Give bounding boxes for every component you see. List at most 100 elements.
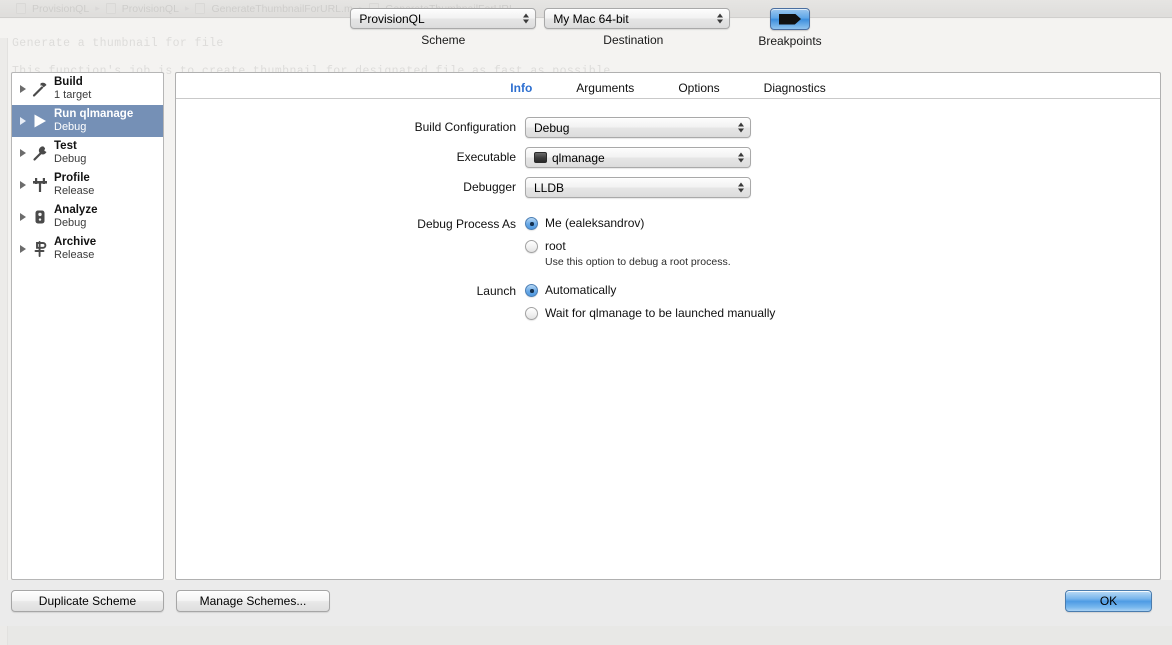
- executable-field: qlmanage: [525, 147, 751, 168]
- sidebar-item-archive[interactable]: Archive Release: [12, 233, 163, 265]
- radio-hint: Use this option to debug a root process.: [545, 255, 731, 269]
- sidebar-item-subtitle: Debug: [54, 217, 97, 230]
- sidebar-item-subtitle: Release: [54, 249, 96, 262]
- scheme-editor-sheet: ProvisionQL Scheme My Mac 64-bit Destina…: [0, 0, 1172, 626]
- tab-arguments[interactable]: Arguments: [576, 81, 634, 95]
- destination-popup-button[interactable]: My Mac 64-bit: [544, 8, 730, 29]
- radio-label: Wait for qlmanage to be launched manuall…: [545, 304, 775, 323]
- breakpoints-label: Breakpoints: [758, 34, 821, 48]
- chevron-updown-icon: [736, 120, 745, 135]
- manage-schemes-button[interactable]: Manage Schemes...: [176, 590, 330, 612]
- destination-group: My Mac 64-bit Destination: [536, 8, 730, 47]
- launch-label: Launch: [176, 281, 525, 302]
- sheet-body: ProvisionQL Scheme My Mac 64-bit Destina…: [0, 0, 1172, 626]
- radio-button-icon[interactable]: [525, 307, 538, 320]
- ok-button[interactable]: OK: [1065, 590, 1152, 612]
- sidebar-item-text: Archive Release: [54, 236, 96, 262]
- sidebar-item-subtitle: 1 target: [54, 89, 91, 102]
- debug-process-as-group: Me (ealeksandrov) root Use this option t…: [525, 214, 731, 269]
- executable-row: Executable qlmanage: [176, 147, 1160, 168]
- breakpoint-arrow-icon: [779, 14, 801, 25]
- radio-label: Me (ealeksandrov): [545, 214, 644, 233]
- radio-launch-wait[interactable]: Wait for qlmanage to be launched manuall…: [525, 304, 775, 324]
- disclosure-triangle-icon[interactable]: [20, 245, 26, 253]
- chevron-updown-icon: [736, 150, 745, 165]
- radio-label: Automatically: [545, 281, 616, 300]
- launch-row: Launch Automatically Wait for qlmanage t…: [176, 281, 1160, 324]
- radio-debug-as-me[interactable]: Me (ealeksandrov): [525, 214, 731, 234]
- sidebar-item-text: Analyze Debug: [54, 204, 97, 230]
- build-configuration-label: Build Configuration: [176, 117, 525, 138]
- radio-button-icon[interactable]: [525, 240, 538, 253]
- sidebar-item-title: Analyze: [54, 204, 97, 217]
- debug-process-as-label: Debug Process As: [176, 214, 525, 235]
- debugger-popup-button[interactable]: LLDB: [525, 177, 751, 198]
- debugger-value: LLDB: [534, 181, 564, 195]
- sidebar-item-text: Profile Release: [54, 172, 94, 198]
- sidebar-item-subtitle: Debug: [54, 121, 133, 134]
- archive-icon: [30, 239, 50, 259]
- scheme-detail-panel: Info Arguments Options Diagnostics Build…: [175, 72, 1161, 580]
- sidebar-item-title: Build: [54, 76, 91, 89]
- radio-debug-as-root[interactable]: root Use this option to debug a root pro…: [525, 237, 731, 269]
- executable-label: Executable: [176, 147, 525, 168]
- breakpoints-toggle-button[interactable]: [770, 8, 810, 30]
- sheet-content: Build 1 target Run qlmanage Debug: [0, 72, 1172, 580]
- sidebar-item-subtitle: Debug: [54, 153, 86, 166]
- scheme-label: Scheme: [421, 33, 465, 47]
- disclosure-triangle-icon[interactable]: [20, 117, 26, 125]
- executable-popup-button[interactable]: qlmanage: [525, 147, 751, 168]
- executable-icon: [534, 152, 547, 163]
- sidebar-item-subtitle: Release: [54, 185, 94, 198]
- sidebar-item-text: Test Debug: [54, 140, 86, 166]
- sidebar-item-title: Test: [54, 140, 86, 153]
- radio-launch-automatically[interactable]: Automatically: [525, 281, 775, 301]
- sheet-toolbar: ProvisionQL Scheme My Mac 64-bit Destina…: [0, 8, 1172, 62]
- build-configuration-field: Debug: [525, 117, 751, 138]
- sidebar-item-title: Run qlmanage: [54, 108, 133, 121]
- build-configuration-row: Build Configuration Debug: [176, 117, 1160, 138]
- launch-group: Automatically Wait for qlmanage to be la…: [525, 281, 775, 324]
- build-configuration-popup-button[interactable]: Debug: [525, 117, 751, 138]
- sidebar-item-analyze[interactable]: Analyze Debug: [12, 201, 163, 233]
- build-configuration-value: Debug: [534, 121, 569, 135]
- destination-value: My Mac 64-bit: [553, 12, 628, 26]
- breakpoints-group: Breakpoints: [758, 8, 821, 48]
- sidebar-item-run-qlmanage[interactable]: Run qlmanage Debug: [12, 105, 163, 137]
- sidebar-item-title: Profile: [54, 172, 94, 185]
- radio-button-selected-icon[interactable]: [525, 284, 538, 297]
- disclosure-triangle-icon[interactable]: [20, 181, 26, 189]
- tab-info[interactable]: Info: [510, 81, 532, 95]
- executable-value: qlmanage: [552, 151, 605, 165]
- chevron-updown-icon: [521, 11, 530, 26]
- sidebar-item-build[interactable]: Build 1 target: [12, 73, 163, 105]
- scheme-value: ProvisionQL: [359, 12, 424, 26]
- tab-bar: Info Arguments Options Diagnostics: [176, 73, 1160, 99]
- sidebar-item-profile[interactable]: Profile Release: [12, 169, 163, 201]
- duplicate-scheme-button[interactable]: Duplicate Scheme: [11, 590, 164, 612]
- tab-options[interactable]: Options: [678, 81, 719, 95]
- scheme-popup-button[interactable]: ProvisionQL: [350, 8, 536, 29]
- sidebar-item-test[interactable]: Test Debug: [12, 137, 163, 169]
- disclosure-triangle-icon[interactable]: [20, 85, 26, 93]
- radio-label: root: [545, 237, 731, 256]
- radio-button-selected-icon[interactable]: [525, 217, 538, 230]
- debug-process-as-row: Debug Process As Me (ealeksandrov) root: [176, 214, 1160, 269]
- scheme-actions-list[interactable]: Build 1 target Run qlmanage Debug: [11, 72, 164, 580]
- chevron-updown-icon: [736, 180, 745, 195]
- wrench-icon: [30, 143, 50, 163]
- sidebar-item-title: Archive: [54, 236, 96, 249]
- stethoscope-icon: [30, 207, 50, 227]
- hammer-icon: [30, 79, 50, 99]
- info-form: Build Configuration Debug Executable: [176, 99, 1160, 324]
- radio-root-text-block: root Use this option to debug a root pro…: [545, 237, 731, 269]
- sheet-bottom-bar: Duplicate Scheme Manage Schemes... OK: [0, 580, 1172, 626]
- debugger-row: Debugger LLDB: [176, 177, 1160, 198]
- play-icon: [30, 111, 50, 131]
- scheme-group: ProvisionQL Scheme: [350, 8, 536, 47]
- tab-diagnostics[interactable]: Diagnostics: [764, 81, 826, 95]
- disclosure-triangle-icon[interactable]: [20, 213, 26, 221]
- disclosure-triangle-icon[interactable]: [20, 149, 26, 157]
- debugger-label: Debugger: [176, 177, 525, 198]
- chevron-updown-icon: [715, 11, 724, 26]
